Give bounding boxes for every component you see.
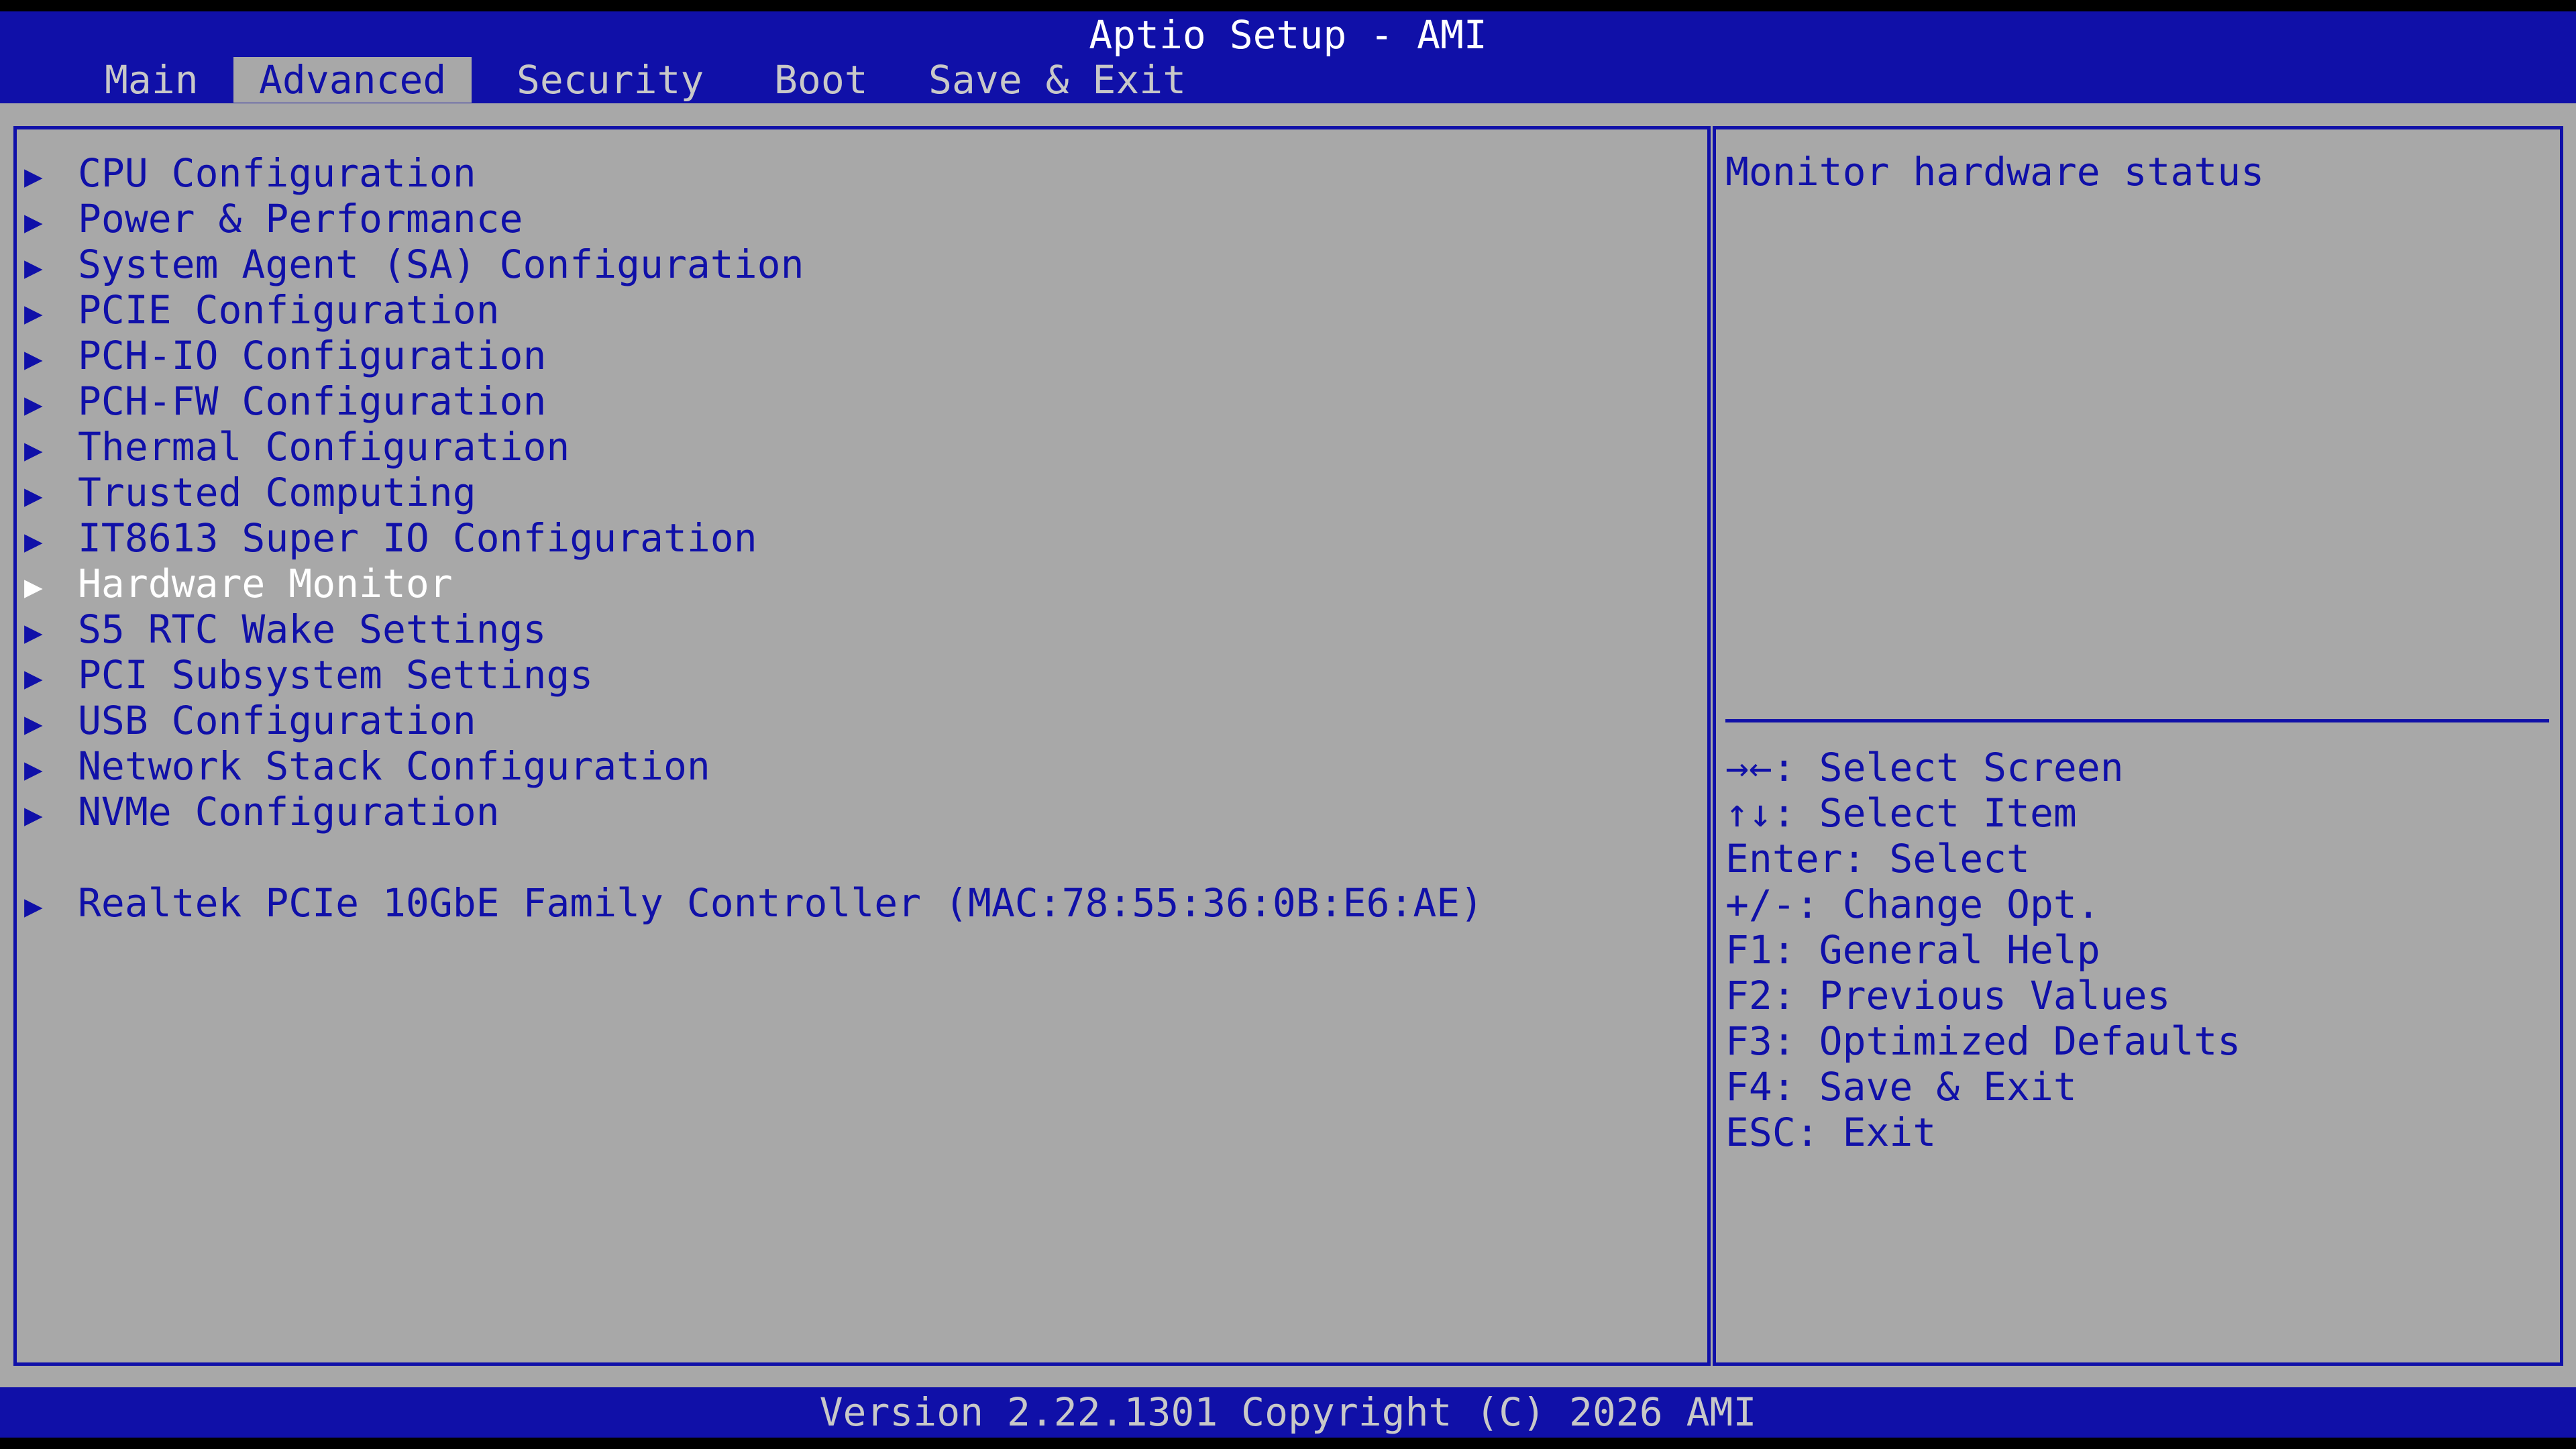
menu-item-pch-fw-configuration[interactable]: ▶ PCH-FW Configuration [13, 378, 546, 424]
menu-item-label: Thermal Configuration [78, 424, 570, 470]
submenu-arrow-icon: ▶ [24, 796, 43, 833]
menu-item-thermal-configuration[interactable]: ▶ Thermal Configuration [13, 424, 570, 470]
menu-item-label: USB Configuration [78, 698, 476, 743]
menu-item-super-io-configuration[interactable]: ▶ IT8613 Super IO Configuration [13, 515, 757, 561]
menu-item-label: S5 RTC Wake Settings [78, 606, 547, 652]
menu-item-nvme-configuration[interactable]: ▶ NVMe Configuration [13, 789, 500, 835]
version-text: Version 2.22.1301 Copyright (C) 2026 AMI [819, 1389, 1757, 1435]
submenu-arrow-icon: ▶ [24, 888, 43, 924]
key-optimized-defaults: F3: Optimized Defaults [1725, 1018, 2241, 1064]
submenu-arrow-icon: ▶ [24, 431, 43, 468]
submenu-arrow-icon: ▶ [24, 523, 43, 559]
submenu-arrow-icon: ▶ [24, 568, 43, 604]
menu-item-label: NVMe Configuration [78, 789, 500, 835]
help-description: Monitor hardware status [1725, 149, 2265, 195]
submenu-arrow-icon: ▶ [24, 203, 43, 239]
submenu-arrow-icon: ▶ [24, 386, 43, 422]
submenu-arrow-icon: ▶ [24, 249, 43, 285]
menu-item-label: CPU Configuration [78, 150, 476, 196]
menu-item-label: Network Stack Configuration [78, 743, 710, 789]
submenu-arrow-icon: ▶ [24, 158, 43, 194]
tab-boot[interactable]: Boot [749, 57, 894, 103]
menu-item-pcie-configuration[interactable]: ▶ PCIE Configuration [13, 287, 500, 333]
menu-item-label: Realtek PCIe 10GbE Family Controller (MA… [78, 880, 1484, 926]
menu-item-hardware-monitor[interactable]: ▶ Hardware Monitor [13, 561, 453, 606]
submenu-arrow-icon: ▶ [24, 705, 43, 741]
menu-item-label: Trusted Computing [78, 470, 476, 515]
menu-item-realtek-controller[interactable]: ▶ Realtek PCIe 10GbE Family Controller (M… [13, 880, 1483, 926]
menu-item-label: PCH-FW Configuration [78, 378, 547, 424]
menu-item-label: IT8613 Super IO Configuration [78, 515, 757, 561]
app-title: Aptio Setup - AMI [1089, 12, 1487, 58]
menu-item-pch-io-configuration[interactable]: ▶ PCH-IO Configuration [13, 333, 546, 378]
menu-item-usb-configuration[interactable]: ▶ USB Configuration [13, 698, 476, 743]
tab-security[interactable]: Security [491, 57, 729, 103]
submenu-arrow-icon: ▶ [24, 659, 43, 696]
tab-bar: Main Advanced Security Boot Save & Exit [0, 57, 2576, 103]
menu-item-label: Power & Performance [78, 196, 523, 241]
key-previous-values: F2: Previous Values [1725, 973, 2171, 1018]
bios-screen: Aptio Setup - AMI Main Advanced Security… [0, 0, 2576, 1449]
submenu-arrow-icon: ▶ [24, 340, 43, 376]
key-change-opt: +/-: Change Opt. [1725, 881, 2100, 927]
submenu-arrow-icon: ▶ [24, 614, 43, 650]
submenu-arrow-icon: ▶ [24, 477, 43, 513]
tab-save-exit[interactable]: Save & Exit [903, 57, 1212, 103]
submenu-arrow-icon: ▶ [24, 294, 43, 331]
menu-item-label: PCIE Configuration [78, 287, 500, 333]
menu-item-system-agent-configuration[interactable]: ▶ System Agent (SA) Configuration [13, 241, 804, 287]
key-save-exit: F4: Save & Exit [1725, 1064, 2077, 1110]
key-select-item: ↑↓: Select Item [1725, 790, 2077, 836]
menu-item-network-stack-configuration[interactable]: ▶ Network Stack Configuration [13, 743, 710, 789]
tab-main[interactable]: Main [79, 57, 224, 103]
key-general-help: F1: General Help [1725, 927, 2100, 973]
key-esc-exit: ESC: Exit [1725, 1110, 1937, 1155]
menu-item-label: PCI Subsystem Settings [78, 652, 594, 698]
menu-item-label: System Agent (SA) Configuration [78, 241, 804, 287]
submenu-arrow-icon: ▶ [24, 751, 43, 787]
help-divider [1725, 719, 2549, 722]
menu-item-s5-rtc-wake-settings[interactable]: ▶ S5 RTC Wake Settings [13, 606, 546, 652]
key-select-screen: →←: Select Screen [1725, 745, 2124, 790]
menu-item-power-performance[interactable]: ▶ Power & Performance [13, 196, 523, 241]
tab-advanced[interactable]: Advanced [233, 57, 472, 103]
menu-item-cpu-configuration[interactable]: ▶ CPU Configuration [13, 150, 476, 196]
key-enter-select: Enter: Select [1725, 836, 2030, 881]
menu-item-pci-subsystem-settings[interactable]: ▶ PCI Subsystem Settings [13, 652, 593, 698]
menu-item-label: Hardware Monitor [78, 561, 453, 606]
menu-item-trusted-computing[interactable]: ▶ Trusted Computing [13, 470, 476, 515]
menu-item-label: PCH-IO Configuration [78, 333, 547, 378]
